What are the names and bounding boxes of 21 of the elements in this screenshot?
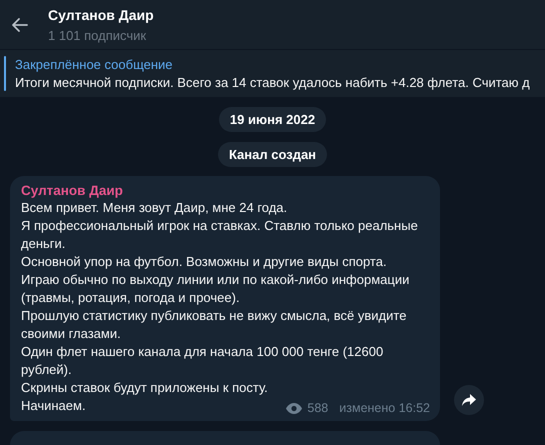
channel-title: Султанов Даир — [48, 6, 154, 22]
message-text: Я профессиональный игрок на ставках. Ставлю только реальные деньги. — [21, 217, 419, 253]
message-author: Султанов Даир — [21, 183, 124, 198]
forward-arrow-icon — [462, 394, 476, 406]
message-text: Всем привет. Меня зовут Даир, мне 24 года. — [21, 199, 288, 217]
share-button[interactable] — [454, 385, 484, 415]
service-message: Канал создан — [218, 142, 328, 167]
pinned-message-bar[interactable]: Закреплённое сообщение Итоги месячной подписки. Всего за 14 ставок удалось набить +4.28 флета. Считаю д — [0, 50, 545, 97]
pinned-label: Закреплённое сообщение — [15, 57, 174, 72]
message-text: Скрины ставок будут приложены к посту. — [21, 379, 268, 397]
message-text: Один флет нашего канала для начала 100 000 тенге (12600 рублей). — [21, 343, 384, 379]
service-message: 19 июня 2022 — [218, 107, 326, 132]
message-text: Прошлую статистику публиковать не вижу смысла, всё увидите своими глазами. — [21, 307, 408, 343]
message-time: изменено 16:52 — [339, 401, 430, 415]
eye-icon — [286, 402, 302, 414]
view-count: 588 — [307, 401, 328, 415]
pinned-text: Итоги месячной подписки. Всего за 14 ставок удалось набить +4.28 флета. Считаю д — [15, 75, 530, 90]
message-text: Основной упор на футбол. Возможны и другие виды спорта. — [21, 253, 387, 271]
subscriber-count: 1 101 подписчик — [48, 28, 148, 42]
message-text: Начинаем. — [21, 397, 86, 415]
message-text: Играю обычно по выходу линии или по какой-либо информации (травмы, ротация, погода и прочее). — [21, 271, 410, 307]
